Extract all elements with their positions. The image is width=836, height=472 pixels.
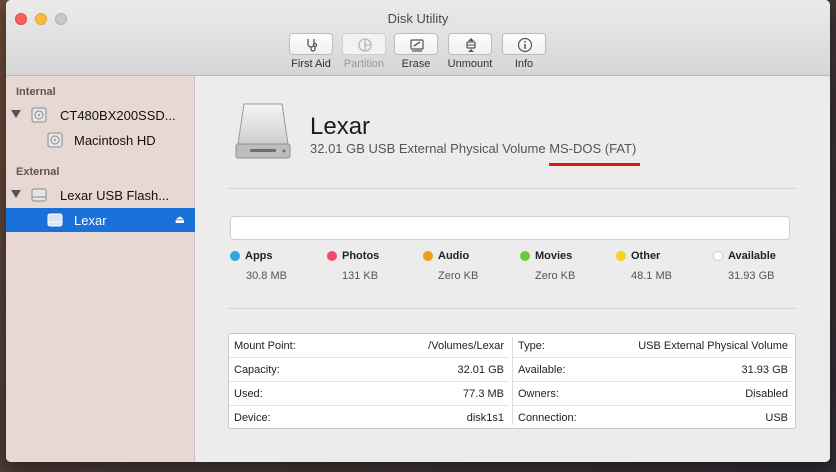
info-row-type: Type: USB External Physical Volume: [513, 334, 793, 358]
legend-label: Available: [728, 250, 776, 262]
legend-label: Photos: [342, 250, 380, 262]
usage-bar: [230, 216, 790, 240]
audio-color-dot: [423, 251, 433, 261]
legend-label: Movies: [535, 250, 573, 262]
available-color-dot: [713, 251, 723, 261]
other-color-dot: [616, 251, 626, 261]
info-row-connection: Connection: USB: [518, 412, 788, 424]
legend-label: Audio: [438, 250, 470, 262]
divider: [228, 308, 796, 309]
erase-button[interactable]: Erase: [388, 33, 444, 70]
sidebar-item-lexar-usb-flash[interactable]: Lexar USB Flash...: [6, 183, 195, 207]
sidebar-item-label: CT480BX200SSD...: [60, 108, 176, 123]
unmount-icon: [466, 38, 476, 52]
section-label-external: External: [16, 166, 60, 178]
partition-label: Partition: [343, 58, 385, 70]
volume-info-table: Mount Point: /Volumes/Lexar Capacity: 32…: [228, 333, 796, 429]
external-disk-icon: [31, 188, 47, 202]
legend-label: Other: [631, 250, 661, 262]
internal-disk-icon: [47, 132, 63, 148]
window-title: Disk Utility: [387, 11, 449, 26]
legend-value: 30.8 MB: [246, 270, 287, 282]
volume-name: Lexar: [310, 113, 371, 140]
partition-icon: [358, 38, 372, 52]
partition-button[interactable]: Partition: [336, 33, 392, 70]
legend-value: 31.93 GB: [728, 270, 775, 282]
erase-icon: [410, 39, 424, 52]
legend-value: Zero KB: [438, 270, 479, 282]
titlebar: Disk Utility First Aid Partition Erase U…: [6, 0, 830, 76]
external-volume-icon: [47, 213, 63, 227]
info-row-owners: Owners: Disabled: [513, 382, 793, 406]
first-aid-label: First Aid: [291, 58, 331, 70]
sidebar-item-label: Macintosh HD: [74, 133, 156, 148]
info-row-device: Device: disk1s1: [234, 412, 504, 424]
first-aid-button[interactable]: First Aid: [283, 33, 339, 70]
info-row-used: Used: 77.3 MB: [229, 382, 509, 406]
sidebar-item-lexar[interactable]: Lexar ⏏: [6, 208, 195, 232]
internal-disk-icon: [31, 107, 47, 123]
info-row-mount-point: Mount Point: /Volumes/Lexar: [229, 334, 509, 358]
sidebar-item-label: Lexar USB Flash...: [60, 188, 170, 203]
movies-color-dot: [520, 251, 530, 261]
format-annotation-underline: [549, 163, 640, 166]
stethoscope-icon: [307, 39, 318, 52]
unmount-label: Unmount: [447, 58, 493, 70]
erase-label: Erase: [401, 58, 431, 70]
disk-utility-window: Disk Utility First Aid Partition Erase U…: [6, 0, 830, 462]
section-label-internal: Internal: [16, 86, 56, 98]
sidebar-item-label: Lexar: [74, 213, 107, 228]
legend-value: Zero KB: [535, 270, 576, 282]
sidebar-item-ct480bx200ssd[interactable]: CT480BX200SSD...: [6, 103, 195, 127]
apps-color-dot: [230, 251, 240, 261]
divider: [228, 188, 796, 189]
legend-value: 131 KB: [342, 270, 379, 282]
info-row-available: Available: 31.93 GB: [513, 358, 793, 382]
info-button[interactable]: Info: [496, 33, 552, 70]
disclosure-triangle-icon[interactable]: [11, 190, 21, 198]
legend-label: Apps: [245, 250, 273, 262]
volume-format: MS-DOS (FAT): [549, 141, 637, 156]
large-external-drive-icon: [235, 103, 291, 159]
sidebar-item-macintosh-hd[interactable]: Macintosh HD: [6, 128, 195, 152]
sidebar: Internal CT480BX200SSD... Macintosh HD E…: [6, 76, 195, 462]
legend-value: 48.1 MB: [631, 270, 672, 282]
info-label: Info: [514, 58, 534, 70]
main-panel: Lexar 32.01 GB USB External Physical Vol…: [196, 76, 830, 462]
unmount-button[interactable]: Unmount: [442, 33, 498, 70]
eject-icon[interactable]: ⏏: [175, 213, 185, 226]
volume-description: 32.01 GB USB External Physical Volume MS…: [310, 141, 636, 156]
photos-color-dot: [327, 251, 337, 261]
volume-type-text: 32.01 GB USB External Physical Volume: [310, 141, 546, 156]
info-icon: [517, 37, 533, 53]
disclosure-triangle-icon[interactable]: [11, 110, 21, 118]
info-row-capacity: Capacity: 32.01 GB: [229, 358, 509, 382]
